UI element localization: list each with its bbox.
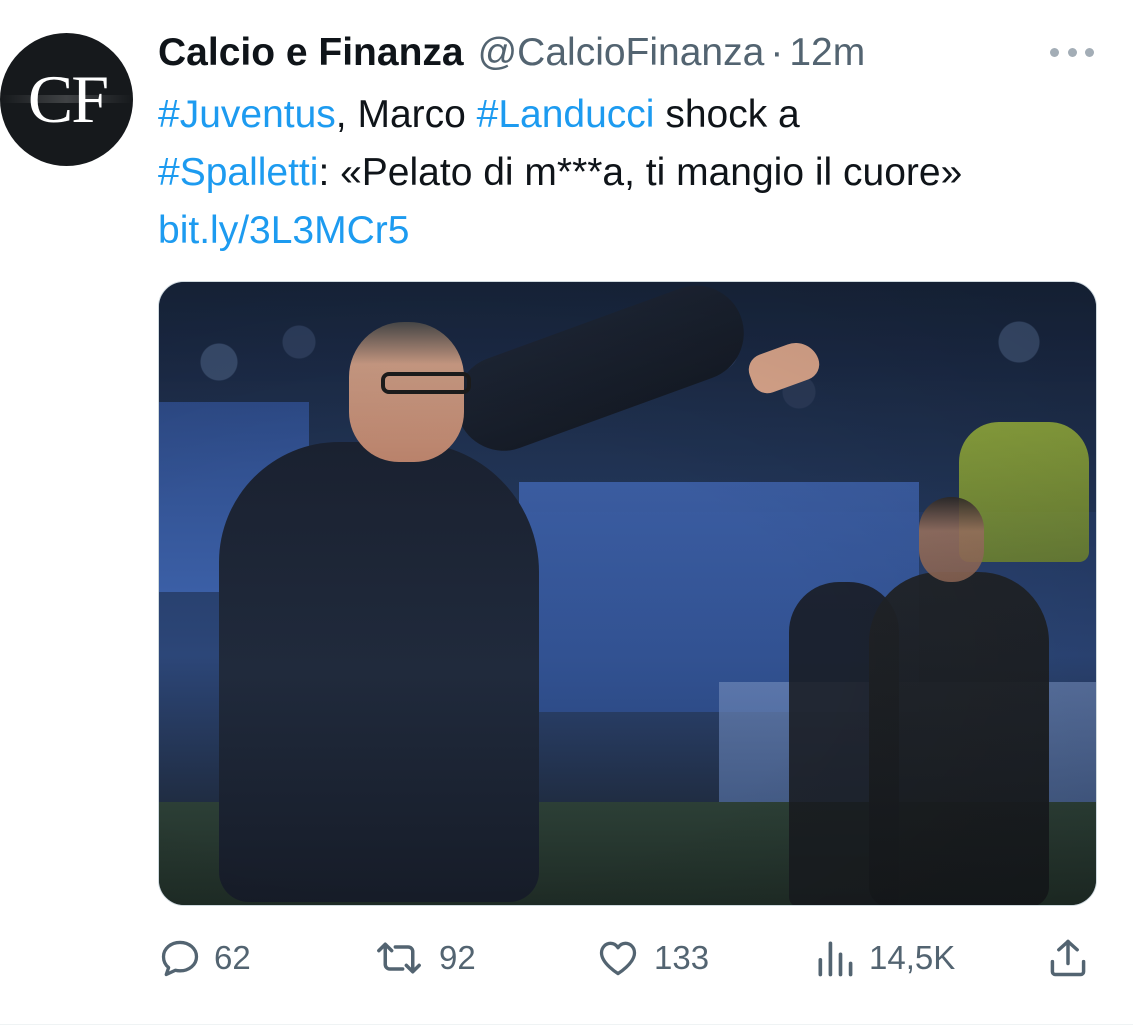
views-count: 14,5K [869, 939, 956, 976]
reply-button[interactable]: 62 [158, 934, 251, 982]
more-dot [1085, 47, 1094, 57]
more-dot [1067, 47, 1077, 57]
avatar-logo-text: CF [27, 61, 109, 137]
like-count: 133 [654, 939, 710, 976]
retweet-count: 92 [439, 939, 476, 976]
tweet-divider [0, 1024, 1133, 1025]
hashtag-landucci[interactable]: #Landucci [477, 93, 655, 136]
retweet-button[interactable]: 92 [371, 934, 476, 982]
avatar[interactable]: CF [0, 33, 133, 166]
share-icon [1050, 939, 1086, 977]
tweet-timestamp[interactable]: 12m [789, 31, 865, 75]
heart-icon [599, 941, 637, 976]
tweet-photo[interactable] [158, 281, 1097, 906]
share-button[interactable] [1046, 934, 1090, 982]
tweet-link[interactable]: bit.ly/3L3MCr5 [158, 209, 409, 252]
views-icon [818, 941, 853, 977]
tweet-text-segment: shock a [654, 93, 800, 136]
reply-icon [161, 940, 199, 977]
hashtag-juventus[interactable]: #Juventus [158, 93, 336, 136]
like-button[interactable]: 133 [594, 934, 709, 982]
hashtag-spalletti[interactable]: #Spalletti [158, 151, 318, 194]
tweet-text: #Juventus, Marco #Landucci shock a #Spal… [158, 86, 1118, 260]
more-dot [1050, 47, 1059, 57]
author-handle[interactable]: @CalcioFinanza [478, 31, 765, 75]
tweet-text-segment: , Marco [335, 93, 477, 136]
reply-count: 62 [214, 939, 251, 976]
views-button[interactable]: 14,5K [813, 934, 955, 982]
tweet-text-segment: : «Pelato di m***a, ti mangio il cuore» [318, 151, 963, 194]
author-name[interactable]: Calcio e Finanza [158, 31, 464, 75]
tweet-actions: 62 92 133 14,5K [158, 934, 1097, 982]
retweet-icon [377, 942, 421, 974]
tweet-header: Calcio e Finanza @CalcioFinanza · 12m [158, 30, 1058, 76]
more-options-icon[interactable] [1050, 42, 1094, 62]
photo-vignette [159, 282, 1096, 905]
header-separator: · [770, 31, 784, 74]
